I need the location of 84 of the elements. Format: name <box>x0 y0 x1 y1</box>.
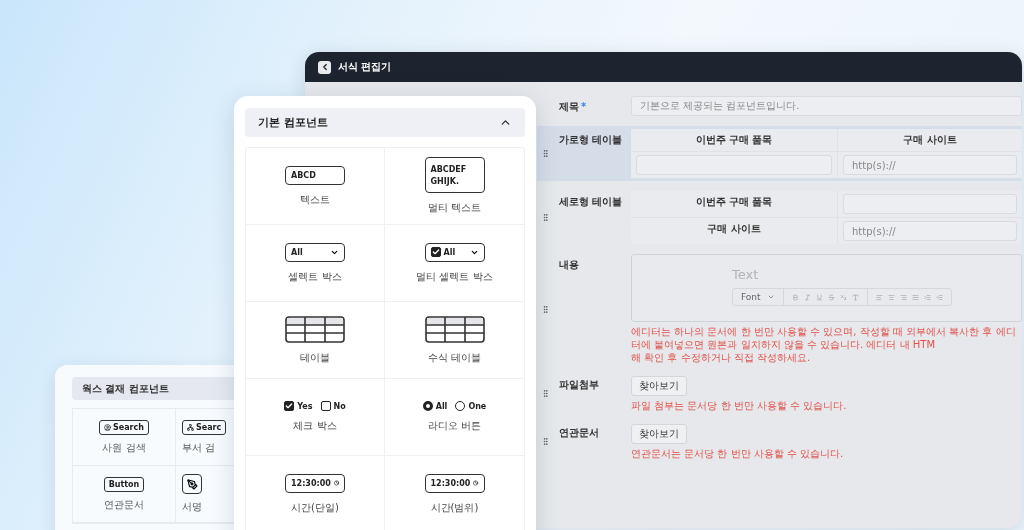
component-label: 라디오 버튼 <box>427 419 482 433</box>
rich-text-editor[interactable]: Text Font <box>631 254 1022 322</box>
component-label: 멀티 셀렉트 박스 <box>416 269 493 284</box>
align-center-icon[interactable] <box>887 293 895 301</box>
radio-option: All <box>422 401 448 411</box>
radio-option: One <box>455 401 487 411</box>
browse-button[interactable]: 찾아보기 <box>631 376 687 396</box>
align-left-icon[interactable] <box>875 293 883 301</box>
strikethrough-icon[interactable] <box>827 293 835 301</box>
component-label: 테이블 <box>300 350 330 365</box>
time-field-preview: 12:30:00 <box>285 473 345 493</box>
browse-button[interactable]: 찾아보기 <box>631 424 687 444</box>
field-label: 세로형 테이블 <box>558 195 624 209</box>
component-label: 시간(단일) <box>291 500 339 515</box>
align-justify-icon[interactable] <box>911 293 919 301</box>
search-chip-preview: Searc <box>182 419 227 435</box>
back-button[interactable] <box>318 60 331 74</box>
field-label: 제목 * <box>558 100 588 114</box>
warning-note: 연관문서는 문서당 한 번만 사용할 수 있습니다. <box>631 447 845 460</box>
table-header-cell: 이번주 구매 품목 <box>631 129 837 151</box>
subscript-icon[interactable] <box>839 293 847 301</box>
table-header-cell: 이번주 구매 품목 <box>631 191 837 217</box>
text-box-icon[interactable] <box>851 293 859 301</box>
table-header-cell: 구매 사이트 <box>838 129 1022 151</box>
select-preview: All <box>285 242 345 262</box>
component-label: 사원 검색 <box>102 440 146 455</box>
italic-icon[interactable] <box>803 293 811 301</box>
drag-handle-icon[interactable] <box>540 304 550 314</box>
warning-note: 해 확인 후 수정하거나 직접 작성하세요. <box>631 351 812 364</box>
font-select[interactable]: Font <box>733 289 784 305</box>
component-label: 연관문서 <box>104 497 144 512</box>
component-label: 부서 검 <box>182 440 216 455</box>
component-tile[interactable]: 12:30:00 시간(범위) <box>385 456 524 530</box>
editor-placeholder: Text <box>732 267 760 282</box>
panel-title: 웍스 결재 컴포넌트 <box>82 381 169 396</box>
component-tile[interactable]: All 멀티 셀렉트 박스 <box>385 225 524 302</box>
warning-note: 에디터는 하나의 문서에 한 번만 사용할 수 있으며, 작성할 때 외부에서 복사한 후 에디터에 붙여넣으면 원본과 일치하지 않을 수 있습니다. 에디터 내 HTM <box>631 325 1016 351</box>
search-chip-preview: Search <box>99 419 149 435</box>
chevron-down-icon <box>766 293 775 301</box>
drag-handle-icon[interactable] <box>540 149 550 158</box>
textarea-preview: ABCDEF GHIJK. <box>424 157 485 193</box>
component-label: 수식 테이블 <box>427 350 482 365</box>
warning-note: 파일 첨부는 문서당 한 번만 사용할 수 있습니다. <box>631 399 848 412</box>
component-label: 시간(범위) <box>430 500 479 515</box>
org-chart-icon <box>187 423 194 431</box>
indent-icon[interactable] <box>923 293 931 301</box>
field-label: 가로형 테이블 <box>558 133 624 147</box>
button-preview: Button <box>103 476 145 492</box>
table-icon <box>285 315 345 343</box>
component-tile[interactable]: Yes No 체크 박스 <box>246 379 385 456</box>
component-tile[interactable]: 테이블 <box>246 302 385 379</box>
component-label: 멀티 텍스트 <box>427 201 482 215</box>
checkbox-option: Yes <box>284 401 313 411</box>
component-label: 셀렉트 박스 <box>288 269 342 284</box>
field-label: 내용 <box>558 258 580 272</box>
component-tile[interactable]: ABCD 텍스트 <box>246 148 385 225</box>
align-right-icon[interactable] <box>899 293 907 301</box>
table-header-cell: 구매 사이트 <box>631 218 837 244</box>
component-tile[interactable]: ABCDEF GHIJK. 멀티 텍스트 <box>385 148 524 225</box>
window-title: 서식 편집기 <box>338 60 392 74</box>
text-field-preview: ABCD <box>285 165 345 185</box>
component-tile[interactable]: All 셀렉트 박스 <box>246 225 385 302</box>
component-tile[interactable]: 12:30:00 시간(단일) <box>246 456 385 530</box>
drag-handle-icon[interactable] <box>540 388 550 398</box>
drag-handle-icon[interactable] <box>540 436 550 446</box>
select-preview: All <box>424 242 485 262</box>
field-label: 파일첨부 <box>558 378 600 392</box>
component-label: 서명 <box>182 500 202 514</box>
field-label: 연관문서 <box>558 426 600 440</box>
pen-icon <box>182 474 202 494</box>
outdent-icon[interactable] <box>935 293 943 301</box>
component-label: 체크 박스 <box>293 419 337 433</box>
underline-icon[interactable] <box>815 293 823 301</box>
component-label: 텍스트 <box>300 192 330 207</box>
drag-handle-icon[interactable] <box>540 213 550 222</box>
component-tile[interactable]: Search 사원 검색 <box>73 409 176 466</box>
bold-icon[interactable] <box>791 293 799 301</box>
component-tile[interactable]: 수식 테이블 <box>385 302 524 379</box>
panel-title: 기본 컴포넌트 <box>258 115 328 130</box>
component-tile[interactable]: All One 라디오 버튼 <box>385 379 524 456</box>
checkbox-option: No <box>320 401 346 411</box>
time-field-preview: 12:30:00 <box>424 473 485 493</box>
component-tile[interactable]: Button 연관문서 <box>73 466 176 523</box>
table-icon <box>424 315 485 343</box>
